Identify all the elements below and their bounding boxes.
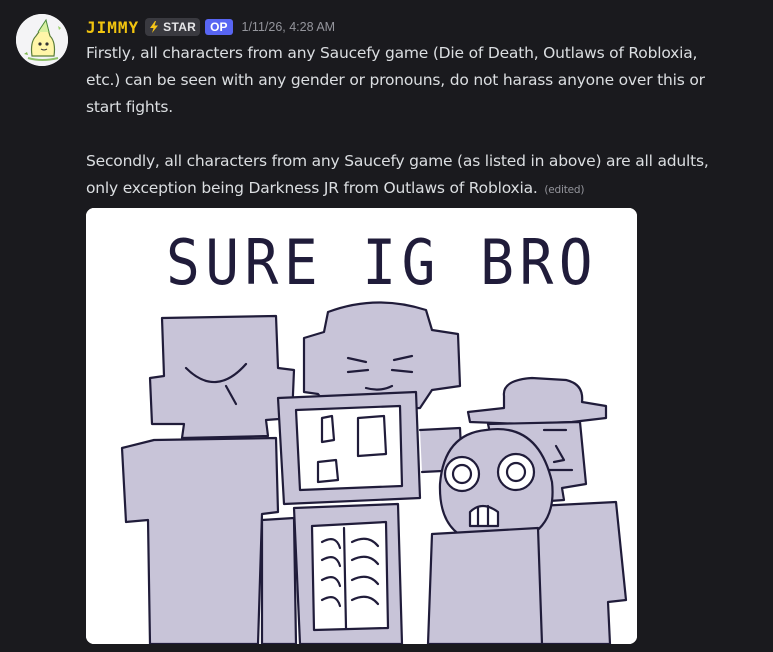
chat-message: JIMMY STAR OP 1/11/26, 4:28 AM Firstly, … [0, 0, 773, 652]
meme-drawing: SURE IG BRO [86, 208, 637, 644]
lightning-bolt-icon [150, 21, 159, 33]
message-header: JIMMY STAR OP 1/11/26, 4:28 AM [86, 16, 335, 38]
username[interactable]: JIMMY [86, 18, 139, 37]
message-content: Firstly, all characters from any Saucefy… [86, 40, 736, 204]
message-paragraph-2-text: Secondly, all characters from any Saucef… [86, 152, 709, 197]
image-caption: SURE IG BRO [166, 226, 598, 299]
timestamp[interactable]: 1/11/26, 4:28 AM [242, 20, 336, 34]
message-paragraph-1: Firstly, all characters from any Saucefy… [86, 44, 705, 116]
message-paragraph-2: Secondly, all characters from any Saucef… [86, 148, 736, 204]
avatar[interactable] [16, 14, 68, 66]
edited-label: (edited) [544, 184, 585, 196]
image-attachment[interactable]: SURE IG BRO [86, 208, 637, 644]
op-badge: OP [205, 19, 233, 35]
star-badge-label: STAR [163, 20, 197, 34]
avatar-drawing-icon [16, 14, 68, 66]
star-badge[interactable]: STAR [145, 18, 201, 36]
